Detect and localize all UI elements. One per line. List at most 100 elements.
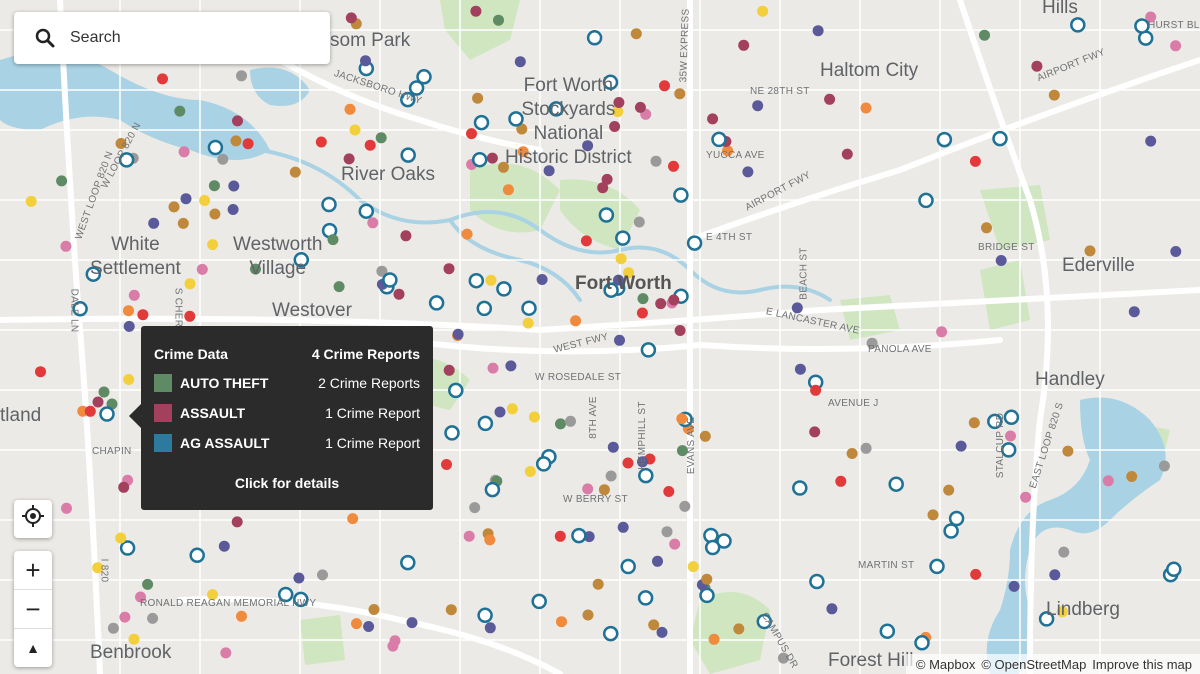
crime-marker[interactable] [463, 530, 475, 542]
ag-assault-marker[interactable] [598, 207, 615, 223]
crime-marker[interactable] [487, 362, 499, 374]
ag-assault-marker[interactable] [586, 30, 603, 46]
crime-marker[interactable] [227, 204, 239, 215]
crime-marker[interactable] [524, 466, 536, 477]
crime-marker[interactable] [220, 647, 232, 659]
crime-marker[interactable] [232, 115, 243, 127]
crime-marker[interactable] [1020, 491, 1032, 503]
crime-marker[interactable] [25, 195, 37, 207]
ag-assault-marker[interactable] [477, 607, 493, 624]
crime-marker[interactable] [443, 364, 455, 376]
ag-assault-marker[interactable] [948, 510, 965, 527]
crime-marker[interactable] [61, 502, 72, 514]
crime-marker[interactable] [1170, 40, 1182, 52]
ag-assault-marker[interactable] [1070, 17, 1086, 33]
crime-marker[interactable] [605, 470, 617, 482]
crime-marker[interactable] [137, 309, 149, 321]
crime-marker[interactable] [1005, 430, 1016, 442]
crime-marker[interactable] [115, 532, 127, 544]
crime-marker[interactable] [968, 417, 980, 429]
ag-assault-marker[interactable] [879, 623, 896, 639]
ag-assault-marker[interactable] [531, 593, 547, 610]
crime-marker[interactable] [84, 405, 96, 417]
search-input[interactable] [68, 28, 312, 48]
crime-marker[interactable] [615, 253, 627, 265]
crime-marker[interactable] [505, 360, 517, 372]
compass-button[interactable]: ▲ [14, 629, 52, 667]
crime-marker[interactable] [236, 610, 247, 622]
ag-assault-marker[interactable] [638, 467, 654, 484]
ag-assault-marker[interactable] [358, 203, 375, 219]
crime-marker[interactable] [1158, 460, 1170, 472]
zoom-out-button[interactable]: − [14, 590, 52, 629]
crime-marker[interactable] [107, 622, 119, 634]
search-box[interactable] [14, 12, 330, 64]
crime-marker[interactable] [841, 148, 853, 160]
crime-marker[interactable] [687, 561, 699, 573]
crime-marker[interactable] [528, 411, 540, 423]
ag-assault-marker[interactable] [484, 481, 501, 498]
crime-marker[interactable] [178, 146, 190, 158]
crime-marker[interactable] [469, 502, 481, 514]
crime-marker[interactable] [565, 415, 576, 427]
ag-assault-marker[interactable] [686, 235, 703, 251]
crime-marker[interactable] [555, 418, 566, 430]
ag-assault-marker[interactable] [476, 300, 493, 317]
ag-assault-marker[interactable] [382, 272, 398, 288]
ag-assault-marker[interactable] [496, 281, 512, 297]
crime-marker[interactable] [333, 281, 345, 293]
crime-marker[interactable] [659, 80, 670, 92]
crime-marker[interactable] [349, 124, 361, 136]
mapbox-attribution[interactable]: © Mapbox [916, 657, 975, 672]
crime-marker[interactable] [514, 56, 526, 68]
crime-marker[interactable] [506, 403, 518, 415]
crime-marker[interactable] [661, 526, 673, 538]
crime-marker[interactable] [1008, 580, 1020, 592]
crime-marker[interactable] [406, 617, 418, 629]
crime-marker[interactable] [461, 228, 473, 240]
crime-marker[interactable] [582, 609, 594, 621]
crime-marker[interactable] [668, 294, 680, 306]
crime-marker[interactable] [184, 278, 196, 290]
ag-assault-marker[interactable] [571, 527, 587, 544]
crime-marker[interactable] [1048, 89, 1060, 101]
ag-assault-marker[interactable] [468, 272, 485, 289]
crime-marker[interactable] [236, 70, 247, 82]
crime-marker[interactable] [344, 103, 356, 115]
crime-marker[interactable] [228, 180, 240, 192]
improve-map-link[interactable]: Improve this map [1092, 657, 1192, 672]
crime-marker[interactable] [708, 633, 720, 645]
crime-marker[interactable] [536, 274, 548, 285]
crime-marker[interactable] [835, 475, 847, 487]
crime-marker[interactable] [443, 263, 455, 275]
crime-marker[interactable] [733, 623, 745, 635]
ag-assault-marker[interactable] [602, 625, 619, 642]
crime-marker[interactable] [970, 568, 982, 580]
ag-assault-marker[interactable] [936, 131, 953, 148]
crime-marker[interactable] [168, 201, 180, 213]
ag-assault-marker[interactable] [428, 295, 445, 311]
ag-assault-marker[interactable] [620, 558, 636, 575]
ag-assault-marker[interactable] [477, 415, 494, 432]
crime-marker[interactable] [452, 328, 464, 340]
crime-marker[interactable] [679, 500, 691, 512]
ag-assault-marker[interactable] [640, 342, 657, 358]
crime-marker[interactable] [199, 195, 211, 206]
crime-marker[interactable] [592, 578, 604, 590]
crime-marker[interactable] [1128, 306, 1140, 318]
crime-marker[interactable] [343, 153, 355, 165]
crime-marker[interactable] [363, 621, 375, 632]
crime-marker[interactable] [180, 193, 192, 205]
crime-marker[interactable] [123, 374, 135, 385]
crime-marker[interactable] [217, 153, 229, 165]
crime-marker[interactable] [794, 363, 806, 375]
crime-marker[interactable] [119, 611, 131, 623]
crime-marker[interactable] [614, 334, 625, 346]
crime-marker[interactable] [400, 230, 412, 242]
ag-assault-marker[interactable] [673, 187, 689, 203]
crime-marker[interactable] [1058, 546, 1070, 558]
selected-cluster-marker[interactable] [92, 396, 104, 408]
crime-marker[interactable] [742, 166, 754, 178]
crime-marker[interactable] [633, 216, 645, 228]
crime-marker[interactable] [824, 93, 836, 105]
